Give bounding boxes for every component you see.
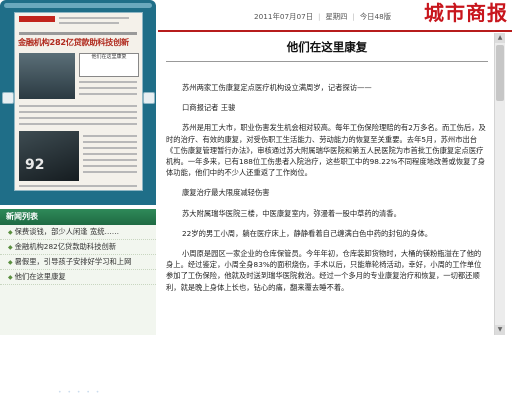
thumbnail-footer: • • • • •: [0, 193, 156, 396]
bullet-icon: ◆: [8, 229, 13, 236]
news-list: ◆ 保费谈钱，部少人闲逢 宽统…… ◆ 金融机构282亿贷款助科技创新 ◆ 暑假里，引…: [0, 225, 156, 335]
article-paragraph: 苏州两家工伤康复定点医疗机构设立满周岁，记者探访——: [182, 83, 372, 92]
title-divider: [166, 61, 488, 62]
news-list-item[interactable]: ◆ 保费谈钱，部少人闲逢 宽统……: [0, 225, 156, 240]
next-page-button[interactable]: [143, 92, 155, 104]
thumbnail-article-box[interactable]: 他们在这里康复: [79, 53, 139, 77]
page-dots-icon: • • • • •: [58, 389, 102, 396]
bullet-icon: ◆: [8, 259, 13, 266]
date-bar: 2011年07月07日 | 星期四 | 今日48版: [254, 12, 392, 21]
article-body: 苏州两家工伤康复定点医疗机构设立满周岁，记者探访—— 口商报记者 王骏 苏州是用…: [166, 82, 488, 302]
news-list-item[interactable]: ◆ 暑假里，引导孩子安排好学习和上网: [0, 255, 156, 270]
thumbnail-photo: [19, 53, 75, 99]
scroll-up-icon[interactable]: ▲: [495, 33, 505, 43]
thumbnail-header-bar: [4, 3, 152, 8]
masthead-logo[interactable]: 城市商报: [424, 1, 508, 25]
article-paragraph: 22岁的男工小周，躺在医疗床上，静静看着自己缠满白色中药的封包的身体。: [182, 228, 433, 238]
thumbnail-headline: 金融机构282亿贷款助科技创新: [18, 37, 129, 47]
article-paragraph: 小周原是园区一家企业的仓库保管员。今年年初，仓库装卸货物时，大桶的镁粉瓶溢在了他…: [166, 249, 482, 292]
weekday: 星期四: [325, 12, 348, 21]
bullet-icon: ◆: [8, 274, 13, 281]
article-scrollbar[interactable]: ▲ ▼: [494, 33, 505, 335]
article-panel: 他们在这里康复 苏州两家工伤康复定点医疗机构设立满周岁，记者探访—— 口商报记者…: [160, 33, 494, 335]
bullet-icon: ◆: [8, 244, 13, 251]
thumbnail-subline: [19, 32, 137, 35]
news-list-item[interactable]: ◆ 金融机构282亿贷款助科技创新: [0, 240, 156, 255]
article-paragraph: 口商报记者 王骏: [182, 103, 236, 113]
left-panel: 金融机构282亿贷款助科技创新 他们在这里康复 92 • • • • • 新闻列…: [0, 0, 158, 396]
thumbnail-photo-2: 92: [19, 131, 79, 181]
article-title: 他们在这里康复: [286, 40, 368, 54]
news-list-item[interactable]: ◆ 他们在这里康复: [0, 270, 156, 285]
header-divider: [158, 30, 512, 32]
page-thumbnail[interactable]: 金融机构282亿贷款助科技创新 他们在这里康复 92: [14, 12, 143, 191]
article-paragraph: 苏州是用工大市，职业伤害发生机会相对较高。每年工伤保险理赔的有2万多名。而工伤后…: [166, 123, 486, 178]
news-list-heading: 新闻列表: [0, 209, 156, 225]
scrollbar-thumb[interactable]: [496, 45, 504, 101]
article-paragraph: 苏大附属瑞华医院三楼，中医康复室内，弥漫着一股中草药的清香。: [182, 208, 401, 218]
thumbnail-masthead: [19, 16, 55, 22]
article-subheading: 康复治疗最大限度减轻伤害: [182, 188, 270, 198]
top-bar: 2011年07月07日 | 星期四 | 今日48版 城市商报: [158, 0, 512, 30]
page-thumbnail-frame: 金融机构282亿贷款助科技创新 他们在这里康复 92: [0, 0, 156, 205]
scroll-down-icon[interactable]: ▼: [495, 325, 505, 335]
issue-date: 2011年07月07日: [254, 12, 314, 21]
prev-page-button[interactable]: [2, 92, 14, 104]
page-count[interactable]: 今日48版: [360, 12, 391, 21]
